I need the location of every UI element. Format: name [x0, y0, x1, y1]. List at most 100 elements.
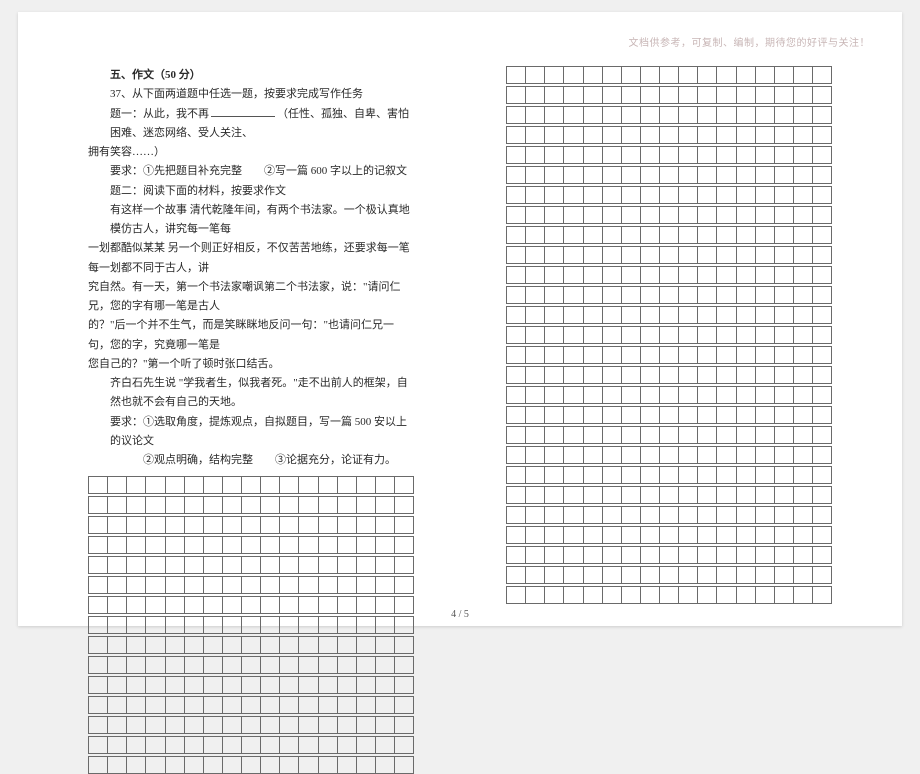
writing-grid-left — [88, 476, 414, 774]
grid-cell — [318, 556, 337, 574]
grid-cell — [356, 656, 375, 674]
grid-cell — [145, 756, 164, 774]
grid-cell — [621, 566, 640, 584]
grid-cell — [563, 386, 582, 404]
grid-cell — [337, 476, 356, 494]
grid-cell — [716, 566, 735, 584]
grid-cell — [394, 716, 414, 734]
grid-cell — [318, 716, 337, 734]
grid-cell — [222, 496, 241, 514]
grid-cell — [774, 466, 793, 484]
grid-cell — [563, 346, 582, 364]
grid-cell — [525, 266, 544, 284]
grid-cell — [678, 486, 697, 504]
grid-cell — [107, 676, 126, 694]
grid-cell — [793, 306, 812, 324]
page-number: 4 / 5 — [18, 609, 902, 620]
prompt-b-req1: 要求：①选取角度，提炼观点，自拟题目，写一篇 500 安以上的议论文 — [88, 413, 414, 452]
grid-cell — [659, 86, 678, 104]
grid-cell — [812, 566, 832, 584]
grid-cell — [126, 496, 145, 514]
grid-cell — [716, 226, 735, 244]
grid-cell — [298, 496, 317, 514]
grid-cell — [145, 676, 164, 694]
grid-row — [506, 446, 832, 464]
grid-cell — [563, 186, 582, 204]
grid-cell — [736, 186, 755, 204]
grid-cell — [793, 446, 812, 464]
grid-cell — [126, 716, 145, 734]
grid-cell — [697, 226, 716, 244]
grid-cell — [716, 206, 735, 224]
grid-cell — [678, 526, 697, 544]
grid-cell — [716, 326, 735, 344]
grid-cell — [506, 86, 525, 104]
grid-cell — [298, 716, 317, 734]
grid-cell — [678, 246, 697, 264]
grid-cell — [640, 266, 659, 284]
grid-cell — [506, 426, 525, 444]
grid-cell — [375, 536, 394, 554]
grid-cell — [394, 476, 414, 494]
grid-cell — [222, 696, 241, 714]
grid-row — [506, 426, 832, 444]
grid-cell — [375, 636, 394, 654]
grid-cell — [506, 166, 525, 184]
grid-cell — [621, 166, 640, 184]
grid-cell — [716, 486, 735, 504]
grid-cell — [621, 126, 640, 144]
grid-cell — [165, 536, 184, 554]
grid-row — [506, 66, 832, 84]
fill-blank — [211, 116, 275, 117]
grid-cell — [678, 266, 697, 284]
grid-cell — [375, 516, 394, 534]
grid-cell — [774, 586, 793, 604]
prompt-a-req: 要求：①先把题目补充完整 ②写一篇 600 字以上的记叙文 — [88, 162, 414, 181]
grid-cell — [697, 366, 716, 384]
grid-cell — [506, 146, 525, 164]
grid-cell — [279, 636, 298, 654]
grid-cell — [716, 526, 735, 544]
grid-cell — [184, 496, 203, 514]
grid-cell — [716, 406, 735, 424]
grid-cell — [184, 676, 203, 694]
grid-cell — [184, 696, 203, 714]
grid-cell — [506, 226, 525, 244]
grid-row — [506, 246, 832, 264]
grid-cell — [793, 406, 812, 424]
grid-cell — [279, 696, 298, 714]
grid-cell — [755, 86, 774, 104]
grid-cell — [678, 426, 697, 444]
grid-cell — [126, 676, 145, 694]
grid-cell — [793, 346, 812, 364]
grid-cell — [774, 166, 793, 184]
grid-cell — [107, 496, 126, 514]
grid-cell — [203, 636, 222, 654]
grid-cell — [602, 386, 621, 404]
grid-cell — [88, 576, 107, 594]
grid-cell — [375, 716, 394, 734]
writing-grid-right — [506, 66, 832, 604]
grid-cell — [621, 506, 640, 524]
grid-cell — [583, 346, 602, 364]
grid-cell — [145, 476, 164, 494]
grid-cell — [525, 566, 544, 584]
grid-cell — [697, 86, 716, 104]
grid-cell — [621, 546, 640, 564]
grid-cell — [184, 716, 203, 734]
grid-cell — [774, 326, 793, 344]
grid-cell — [203, 496, 222, 514]
grid-cell — [583, 306, 602, 324]
grid-cell — [544, 446, 563, 464]
grid-cell — [812, 86, 832, 104]
grid-cell — [716, 386, 735, 404]
grid-cell — [525, 446, 544, 464]
grid-cell — [736, 246, 755, 264]
grid-cell — [812, 486, 832, 504]
grid-cell — [145, 656, 164, 674]
grid-cell — [621, 406, 640, 424]
grid-cell — [506, 466, 525, 484]
grid-row — [506, 566, 832, 584]
grid-row — [88, 516, 414, 534]
grid-cell — [812, 66, 832, 84]
